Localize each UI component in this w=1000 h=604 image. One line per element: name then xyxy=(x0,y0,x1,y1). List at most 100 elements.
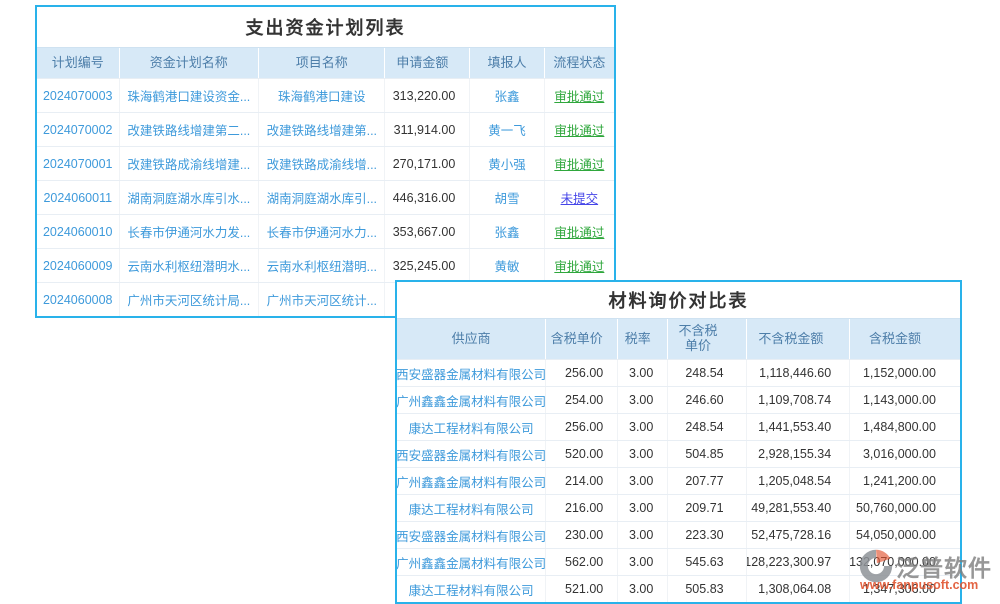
untaxed-amount-cell: 1,205,048.54 xyxy=(747,468,851,494)
project-name-cell[interactable]: 广州市天河区统计... xyxy=(259,283,385,316)
tax-rate-cell: 3.00 xyxy=(618,495,668,521)
plan-id-cell[interactable]: 2024060011 xyxy=(37,181,120,214)
taxed-amount-col-header: 含税金额 xyxy=(850,319,960,359)
untaxed-unit-price-cell: 246.60 xyxy=(668,387,746,413)
fund-name-cell[interactable]: 广州市天河区统计局... xyxy=(120,283,260,316)
material-quote-table-body: 西安盛器金属材料有限公司256.003.00248.541,118,446.60… xyxy=(397,359,960,602)
status-cell[interactable]: 审批通过 xyxy=(545,215,614,248)
plan-id-cell[interactable]: 2024060009 xyxy=(37,249,120,282)
filler-cell[interactable]: 张鑫 xyxy=(470,215,544,248)
plan-table-row: 2024070001改建铁路成渝线增建...改建铁路成渝线增...270,171… xyxy=(37,146,614,180)
untaxed-unit-price-cell: 207.77 xyxy=(668,468,746,494)
taxed-amount-cell: 3,016,000.00 xyxy=(850,441,960,467)
untaxed-unit-price-cell: 505.83 xyxy=(668,576,746,602)
quote-table-row: 康达工程材料有限公司216.003.00209.7149,281,553.405… xyxy=(397,494,960,521)
fund-name-col-header: 资金计划名称 xyxy=(120,48,260,78)
untaxed-unit-price-cell: 209.71 xyxy=(668,495,746,521)
quote-table-row: 西安盛器金属材料有限公司256.003.00248.541,118,446.60… xyxy=(397,359,960,386)
tax-rate-cell: 3.00 xyxy=(618,522,668,548)
untaxed-amount-col-header: 不含税金额 xyxy=(747,319,851,359)
plan-id-cell[interactable]: 2024070001 xyxy=(37,147,120,180)
expenditure-plan-table-title: 支出资金计划列表 xyxy=(37,7,614,47)
supplier-cell[interactable]: 康达工程材料有限公司 xyxy=(397,414,546,440)
amount-col-header: 申请金额 xyxy=(385,48,470,78)
status-cell[interactable]: 审批通过 xyxy=(545,249,614,282)
filler-col-header: 填报人 xyxy=(470,48,544,78)
taxed-unit-price-cell: 216.00 xyxy=(546,495,618,521)
quote-table-row: 康达工程材料有限公司256.003.00248.541,441,553.401,… xyxy=(397,413,960,440)
untaxed-amount-cell: 1,109,708.74 xyxy=(747,387,851,413)
amount-cell: 353,667.00 xyxy=(385,215,470,248)
taxed-unit-price-cell: 214.00 xyxy=(546,468,618,494)
expenditure-plan-table-header: 计划编号资金计划名称项目名称申请金额填报人流程状态 xyxy=(37,47,614,78)
taxed-amount-cell: 54,050,000.00 xyxy=(850,522,960,548)
fund-name-cell[interactable]: 改建铁路线增建第二... xyxy=(120,113,260,146)
plan-id-cell[interactable]: 2024060010 xyxy=(37,215,120,248)
supplier-cell[interactable]: 广州鑫鑫金属材料有限公司 xyxy=(397,468,546,494)
status-cell[interactable]: 审批通过 xyxy=(545,147,614,180)
supplier-cell[interactable]: 西安盛器金属材料有限公司 xyxy=(397,360,546,386)
fund-name-cell[interactable]: 珠海鹤港口建设资金... xyxy=(120,79,260,112)
taxed-unit-price-cell: 254.00 xyxy=(546,387,618,413)
plan-table-row: 2024060009云南水利枢纽潜明水...云南水利枢纽潜明...325,245… xyxy=(37,248,614,282)
filler-cell[interactable]: 张鑫 xyxy=(470,79,544,112)
amount-cell: 325,245.00 xyxy=(385,249,470,282)
project-name-cell[interactable]: 长春市伊通河水力... xyxy=(259,215,385,248)
filler-cell[interactable]: 胡雪 xyxy=(470,181,544,214)
project-name-cell[interactable]: 湖南洞庭湖水库引... xyxy=(259,181,385,214)
plan-table-row: 2024060011湖南洞庭湖水库引水...湖南洞庭湖水库引...446,316… xyxy=(37,180,614,214)
supplier-cell[interactable]: 康达工程材料有限公司 xyxy=(397,576,546,602)
taxed-amount-cell: 1,347,306.00 xyxy=(850,576,960,602)
filler-cell[interactable]: 黄小强 xyxy=(470,147,544,180)
amount-cell: 270,171.00 xyxy=(385,147,470,180)
fund-name-cell[interactable]: 改建铁路成渝线增建... xyxy=(120,147,260,180)
quote-table-row: 西安盛器金属材料有限公司230.003.00223.3052,475,728.1… xyxy=(397,521,960,548)
fund-name-cell[interactable]: 云南水利枢纽潜明水... xyxy=(120,249,260,282)
fund-name-cell[interactable]: 长春市伊通河水力发... xyxy=(120,215,260,248)
material-quote-table: 材料询价对比表 供应商含税单价税率不含税单价不含税金额含税金额 西安盛器金属材料… xyxy=(395,280,962,604)
plan-table-row: 2024060010长春市伊通河水力发...长春市伊通河水力...353,667… xyxy=(37,214,614,248)
taxed-unit-price-cell: 562.00 xyxy=(546,549,618,575)
taxed-amount-cell: 50,760,000.00 xyxy=(850,495,960,521)
quote-table-row: 广州鑫鑫金属材料有限公司214.003.00207.771,205,048.54… xyxy=(397,467,960,494)
taxed-unit-price-cell: 230.00 xyxy=(546,522,618,548)
status-cell[interactable]: 审批通过 xyxy=(545,79,614,112)
supplier-cell[interactable]: 西安盛器金属材料有限公司 xyxy=(397,522,546,548)
status-col-header: 流程状态 xyxy=(545,48,614,78)
plan-id-cell[interactable]: 2024060008 xyxy=(37,283,120,316)
tax-rate-cell: 3.00 xyxy=(618,360,668,386)
fund-name-cell[interactable]: 湖南洞庭湖水库引水... xyxy=(120,181,260,214)
project-name-cell[interactable]: 珠海鹤港口建设 xyxy=(259,79,385,112)
status-cell[interactable]: 未提交 xyxy=(545,181,614,214)
quote-table-row: 广州鑫鑫金属材料有限公司562.003.00545.63128,223,300.… xyxy=(397,548,960,575)
untaxed-unit-price-cell: 545.63 xyxy=(668,549,746,575)
quote-table-row: 康达工程材料有限公司521.003.00505.831,308,064.081,… xyxy=(397,575,960,602)
untaxed-unit-price-cell: 223.30 xyxy=(668,522,746,548)
supplier-cell[interactable]: 广州鑫鑫金属材料有限公司 xyxy=(397,387,546,413)
plan-id-cell[interactable]: 2024070003 xyxy=(37,79,120,112)
project-name-cell[interactable]: 改建铁路成渝线增... xyxy=(259,147,385,180)
untaxed-unit-price-cell: 248.54 xyxy=(668,414,746,440)
status-cell[interactable]: 审批通过 xyxy=(545,113,614,146)
untaxed-amount-cell: 1,118,446.60 xyxy=(747,360,851,386)
plan-id-cell[interactable]: 2024070002 xyxy=(37,113,120,146)
taxed-amount-cell: 1,241,200.00 xyxy=(850,468,960,494)
material-quote-table-header: 供应商含税单价税率不含税单价不含税金额含税金额 xyxy=(397,318,960,359)
untaxed-amount-cell: 49,281,553.40 xyxy=(747,495,851,521)
untaxed-unit-price-col-header: 不含税单价 xyxy=(668,319,746,359)
taxed-amount-cell: 132,070,000.00 xyxy=(850,549,960,575)
project-name-cell[interactable]: 云南水利枢纽潜明... xyxy=(259,249,385,282)
supplier-cell[interactable]: 西安盛器金属材料有限公司 xyxy=(397,441,546,467)
taxed-amount-cell: 1,143,000.00 xyxy=(850,387,960,413)
untaxed-amount-cell: 1,308,064.08 xyxy=(747,576,851,602)
untaxed-amount-cell: 1,441,553.40 xyxy=(747,414,851,440)
supplier-cell[interactable]: 康达工程材料有限公司 xyxy=(397,495,546,521)
filler-cell[interactable]: 黄敏 xyxy=(470,249,544,282)
project-name-col-header: 项目名称 xyxy=(259,48,385,78)
untaxed-amount-cell: 128,223,300.97 xyxy=(747,549,851,575)
filler-cell[interactable]: 黄一飞 xyxy=(470,113,544,146)
project-name-cell[interactable]: 改建铁路线增建第... xyxy=(259,113,385,146)
supplier-cell[interactable]: 广州鑫鑫金属材料有限公司 xyxy=(397,549,546,575)
taxed-unit-price-col-header: 含税单价 xyxy=(546,319,618,359)
supplier-col-header: 供应商 xyxy=(397,319,546,359)
